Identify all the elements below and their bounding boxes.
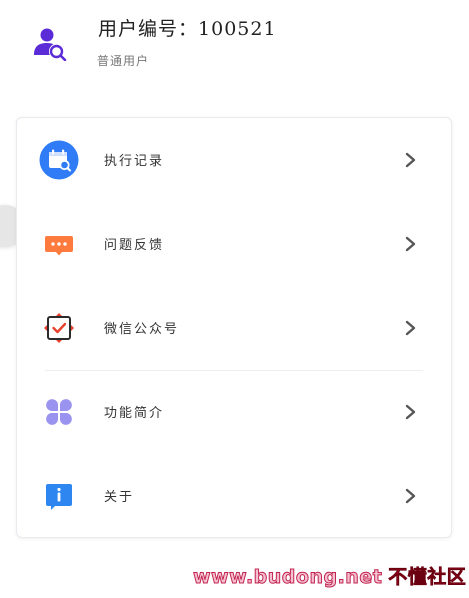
menu-card: 执行记录 问题反馈 微信公众号 功能简介 关于 [16,117,452,538]
menu-item-about[interactable]: 关于 [17,454,451,538]
menu-item-label: 微信公众号 [104,322,180,337]
watermark-url: www.budong.net [192,566,383,589]
profile-header: 用户编号：100521 普通用户 [0,0,469,110]
menu-item-label: 执行记录 [104,154,165,169]
wechat-official-icon [39,308,79,348]
user-id-label: 用户编号： [98,18,199,40]
menu-item-execution-records[interactable]: 执行记录 [17,118,451,202]
menu-item-wechat-official[interactable]: 微信公众号 [17,286,451,370]
chat-bubble-icon [39,224,79,264]
four-petal-grid-icon [39,392,79,432]
menu-item-feature-intro[interactable]: 功能简介 [17,370,451,454]
chevron-right-icon [405,320,416,336]
user-id-value: 100521 [198,18,277,40]
watermark-brand: 不懂社区 [388,566,467,589]
chevron-right-icon [405,404,416,420]
user-role: 普通用户 [97,54,150,68]
info-icon [39,476,79,516]
chevron-right-icon [405,236,416,252]
site-watermark: www.budong.net 不懂社区 [192,562,467,589]
menu-item-label: 功能简介 [104,406,165,421]
chevron-right-icon [405,488,416,504]
menu-item-label: 关于 [104,490,135,505]
chevron-right-icon [405,152,416,168]
menu-item-feedback[interactable]: 问题反馈 [17,202,451,286]
calendar-search-icon [39,140,79,180]
menu-item-label: 问题反馈 [104,238,165,253]
user-id-line: 用户编号：100521 [98,14,277,41]
user-search-icon [34,28,67,61]
